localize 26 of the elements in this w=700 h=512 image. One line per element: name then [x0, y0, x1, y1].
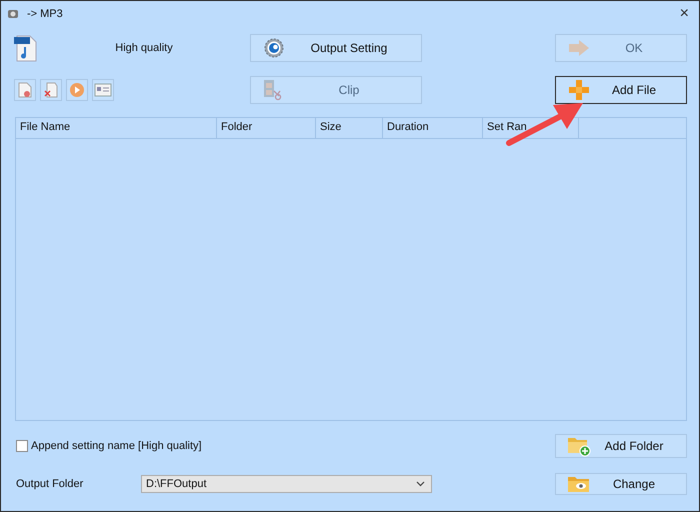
add-folder-button[interactable]: Add Folder — [555, 434, 687, 458]
window-title: -> MP3 — [27, 8, 64, 20]
profile-label: High quality — [114, 42, 174, 54]
mp3-file-icon — [14, 34, 38, 62]
column-header[interactable]: Folder — [217, 118, 316, 138]
output-setting-button[interactable]: Output Setting — [250, 34, 422, 62]
app-icon — [7, 8, 19, 20]
folder-plus-icon — [567, 435, 591, 457]
add-file-button[interactable]: Add File — [555, 76, 687, 104]
chevron-down-icon — [416, 480, 425, 486]
delete-file-icon[interactable] — [40, 79, 62, 101]
remove-file-icon[interactable] — [14, 79, 36, 101]
output-folder-label: Output Folder — [16, 478, 84, 490]
append-checkbox[interactable] — [16, 440, 28, 452]
arrow-icon — [568, 39, 590, 57]
info-card-icon[interactable] — [92, 79, 114, 101]
change-button[interactable]: Change — [555, 472, 687, 494]
play-icon[interactable] — [66, 79, 88, 101]
output-folder-dropdown[interactable]: D:\FFOutput — [141, 474, 432, 492]
gear-icon — [264, 38, 284, 58]
column-header[interactable]: Size — [316, 118, 383, 138]
column-header[interactable]: Duration — [383, 118, 483, 138]
append-setting-label: Append setting name [High quality] — [31, 440, 202, 452]
plus-icon — [568, 79, 590, 101]
column-header[interactable]: File Name — [16, 118, 217, 138]
close-button[interactable]: × — [680, 5, 689, 23]
